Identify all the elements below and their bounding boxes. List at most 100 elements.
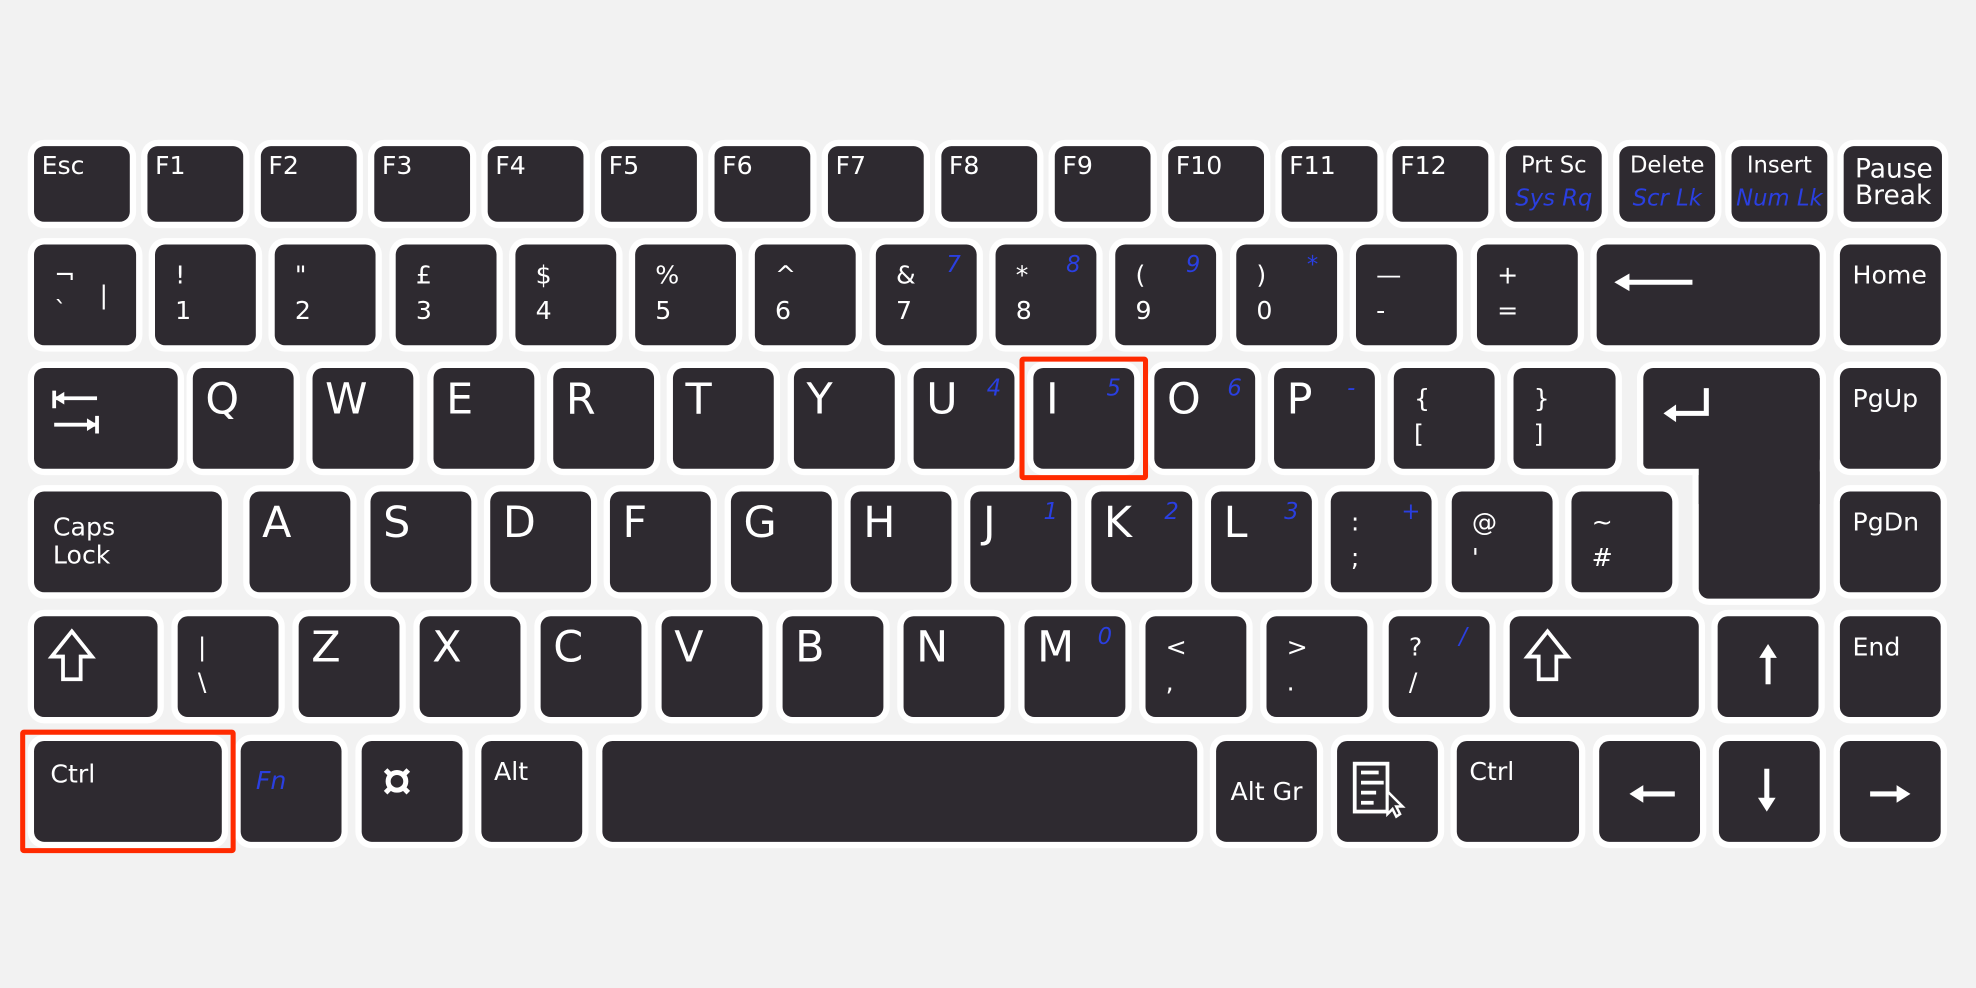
key-5[interactable]: % 5 (635, 244, 736, 346)
key-6[interactable]: ^ 6 (754, 244, 856, 346)
key-label: F4 (495, 149, 526, 181)
key-f[interactable]: F (609, 491, 711, 593)
key-c[interactable]: C (540, 616, 642, 718)
key-symbol[interactable]: | \ (177, 616, 279, 718)
base-legend: \ (197, 666, 207, 697)
key-2[interactable]: " 2 (274, 244, 376, 346)
key-left[interactable] (1599, 740, 1701, 842)
key-s[interactable]: S (370, 491, 472, 593)
key-f12[interactable]: F12 (1392, 146, 1489, 222)
key-f5[interactable]: F5 (601, 146, 697, 222)
key-e[interactable]: E (433, 367, 535, 469)
key-alt[interactable]: Alt (481, 740, 583, 842)
key-p[interactable]: P- (1274, 367, 1375, 469)
key-shift[interactable] (34, 616, 158, 718)
shift-legend: ! (175, 259, 186, 290)
key-m[interactable]: M0 (1024, 616, 1126, 718)
key-t[interactable]: T (672, 367, 774, 469)
key-right[interactable] (1839, 740, 1941, 842)
base-legend: 0 (1256, 294, 1273, 326)
key-fn[interactable]: Fn (240, 740, 342, 842)
key-d[interactable]: D (490, 491, 592, 593)
key-home[interactable]: Home (1839, 244, 1941, 346)
key-3[interactable]: £3 (395, 244, 497, 346)
key-super[interactable] (361, 740, 463, 842)
key-v[interactable]: V (661, 616, 763, 718)
key-r[interactable]: R (553, 367, 655, 469)
key-f11[interactable]: F11 (1281, 146, 1378, 222)
shift-legend: < (1165, 631, 1187, 662)
key-end[interactable]: End (1839, 616, 1941, 718)
key-j[interactable]: J1 (970, 491, 1072, 593)
key-down[interactable] (1718, 740, 1820, 842)
key-f7[interactable]: F7 (827, 146, 924, 222)
key-symbol[interactable]: @ ' (1451, 491, 1553, 593)
key-prt-sc[interactable]: Prt Sc Sys Rq (1505, 146, 1602, 222)
shift-legend: ¬ (54, 259, 76, 290)
key-h[interactable]: H (850, 491, 952, 593)
key-pgdn[interactable]: PgDn (1839, 491, 1941, 593)
key-u[interactable]: U4 (913, 367, 1015, 469)
key-n[interactable]: N (903, 616, 1005, 718)
key-q[interactable]: Q (192, 367, 294, 469)
key-symbol[interactable]: <, (1145, 616, 1247, 718)
base-legend: 3 (415, 294, 432, 326)
key-label: Alt Gr (1230, 776, 1303, 807)
key-f1[interactable]: F1 (147, 146, 244, 222)
key-caps[interactable]: Caps Lock (34, 491, 222, 593)
key-up[interactable] (1717, 616, 1819, 718)
key-backspace[interactable] (1596, 244, 1820, 346)
key-symbol[interactable]: :; + (1330, 491, 1432, 593)
key-symbol[interactable]: ¬ ` | (34, 244, 137, 346)
key-x[interactable]: X (419, 616, 521, 718)
key-f4[interactable]: F4 (487, 146, 584, 222)
key-ctrl[interactable]: Ctrl (1456, 740, 1580, 842)
key-shift[interactable] (1509, 616, 1699, 718)
key-tab[interactable] (34, 367, 178, 469)
key-f9[interactable]: F9 (1054, 146, 1151, 222)
letter-legend: Q (205, 374, 240, 425)
key-label: F10 (1175, 149, 1223, 181)
key-f3[interactable]: F3 (374, 146, 471, 222)
key-o[interactable]: O6 (1154, 367, 1256, 469)
key-alt-gr[interactable]: Alt Gr (1216, 740, 1317, 842)
key-0[interactable]: ) 0 * (1236, 244, 1338, 346)
key-symbol[interactable]: >. (1266, 616, 1368, 718)
key-symbol[interactable]: ? / / (1388, 616, 1490, 718)
key-f8[interactable]: F8 (941, 146, 1038, 222)
key-k[interactable]: K2 (1091, 491, 1193, 593)
key-b[interactable]: B (782, 616, 884, 718)
key-label: F7 (835, 149, 867, 181)
key-insert[interactable]: Insert Num Lk (1731, 146, 1828, 222)
key-f6[interactable]: F6 (714, 146, 811, 222)
key-pause[interactable]: Pause Break (1843, 146, 1942, 222)
key-symbol[interactable]: + = (1476, 244, 1578, 346)
key-7[interactable]: & 7 7 (875, 244, 977, 346)
key-symbol[interactable]: }] (1513, 367, 1616, 469)
key-space[interactable] (602, 740, 1198, 842)
key-l[interactable]: L3 (1211, 491, 1312, 593)
key-w[interactable]: W (312, 367, 414, 469)
key-a[interactable]: A (249, 491, 351, 593)
key-f10[interactable]: F10 (1168, 146, 1264, 222)
base-legend: 2 (294, 294, 311, 326)
key-8[interactable]: * 8 8 (995, 244, 1097, 346)
key-9[interactable]: (9 9 (1115, 244, 1217, 346)
key-4[interactable]: $4 (515, 244, 617, 346)
key-y[interactable]: Y (793, 367, 895, 469)
base-legend: ; (1350, 541, 1360, 573)
fn-legend: 6 (1227, 375, 1242, 403)
key-symbol[interactable]: ~ # (1571, 491, 1673, 593)
key-menu[interactable] (1337, 740, 1438, 842)
key-1[interactable]: ! 1 (155, 244, 256, 346)
key-f2[interactable]: F2 (260, 146, 357, 222)
key-delete[interactable]: Delete Scr Lk (1619, 146, 1716, 222)
fn-legend: + (1401, 499, 1421, 526)
key-g[interactable]: G (730, 491, 832, 593)
key-esc[interactable]: Esc (34, 146, 130, 222)
base-legend: 6 (775, 294, 792, 326)
key-pgup[interactable]: PgUp (1839, 367, 1941, 469)
key-symbol[interactable]: — - (1355, 244, 1457, 346)
key-z[interactable]: Z (298, 616, 400, 718)
key-symbol[interactable]: {[ (1393, 367, 1495, 469)
